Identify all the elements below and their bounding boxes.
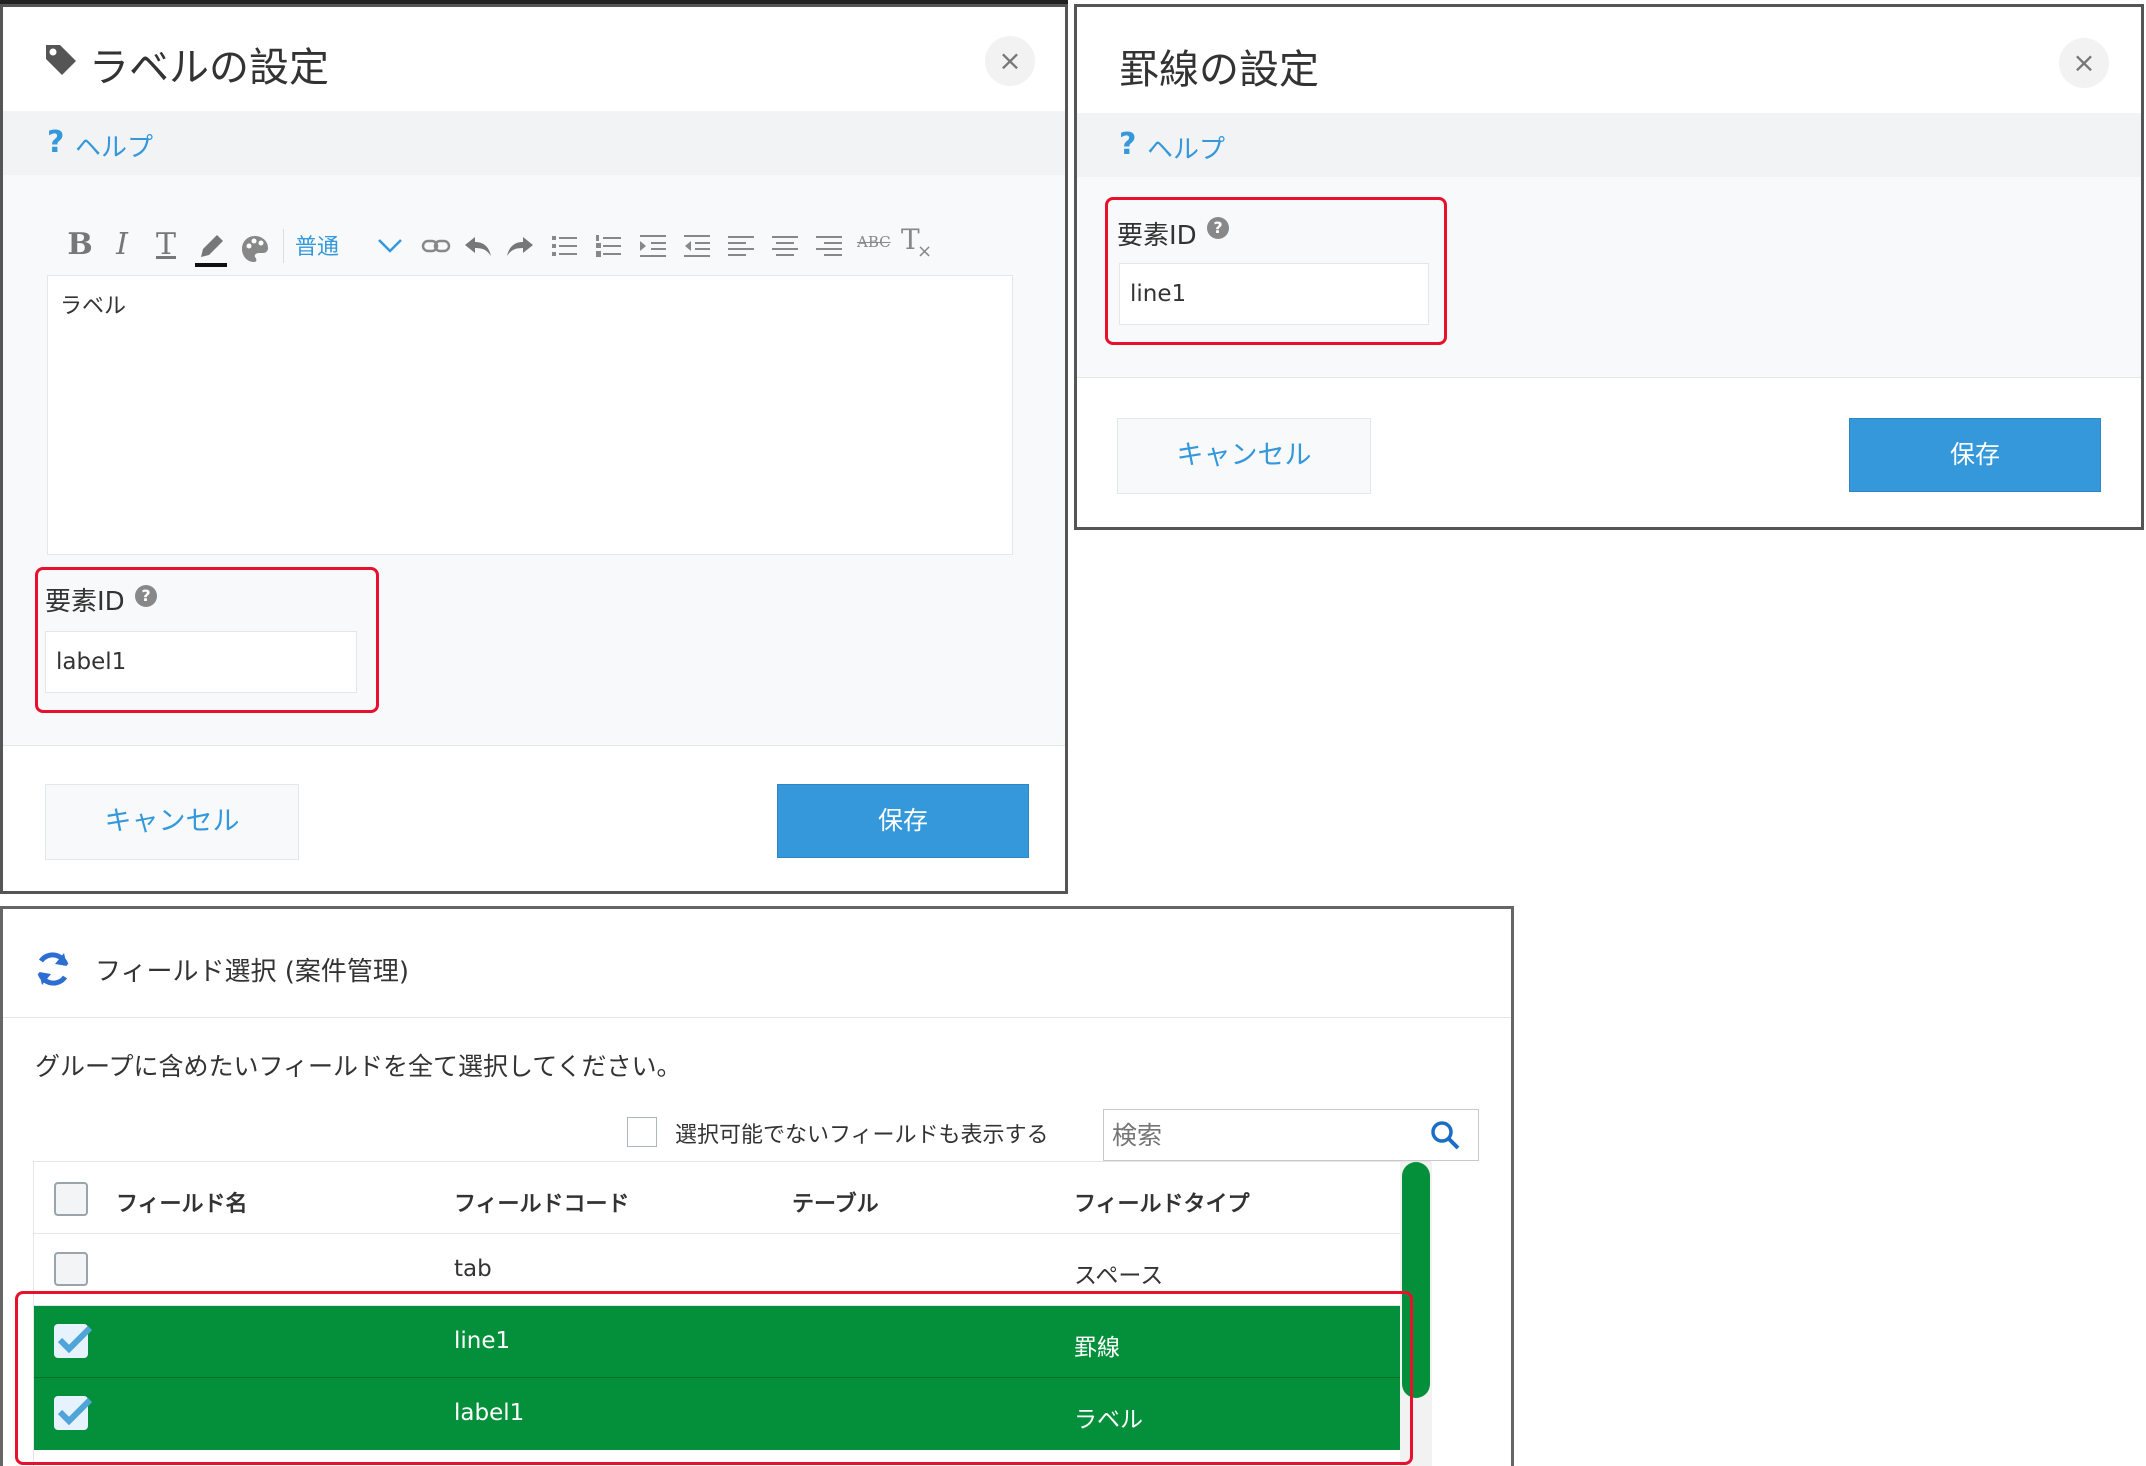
undo-icon[interactable]	[463, 233, 493, 259]
column-header-field-type: フィールドタイプ	[1074, 1192, 1250, 1217]
outdent-icon[interactable]	[683, 233, 711, 259]
clear-format-x-icon: ×	[917, 241, 933, 262]
align-center-icon[interactable]	[771, 233, 799, 259]
close-button[interactable]: ×	[2059, 38, 2109, 88]
tag-icon	[46, 45, 76, 75]
refresh-icon[interactable]	[33, 949, 73, 989]
format-select[interactable]: 普通	[295, 229, 339, 261]
dialog-body: 要素ID ?	[1077, 177, 2141, 377]
highlight-box	[35, 567, 379, 713]
table-header: フィールド名 フィールドコード テーブル フィールドタイプ	[34, 1162, 1430, 1234]
column-header-field-code: フィールドコード	[454, 1192, 630, 1217]
header-divider	[3, 1017, 1511, 1018]
pencil-icon	[195, 235, 227, 267]
help-icon[interactable]: ?	[47, 125, 64, 160]
cancel-button[interactable]: キャンセル	[45, 784, 299, 860]
save-button[interactable]: 保存	[777, 784, 1029, 858]
field-select-dialog: フィールド選択 (案件管理) グループに含めたいフィールドを全て選択してください…	[0, 906, 1514, 1466]
search-icon[interactable]	[1429, 1119, 1461, 1151]
search-input[interactable]	[1103, 1109, 1479, 1161]
redo-icon[interactable]	[505, 233, 535, 259]
show-unselectable-checkbox[interactable]	[627, 1117, 657, 1147]
align-left-icon[interactable]	[727, 233, 755, 259]
dialog-body: B I T 普通 ABC T × ラベル 要素ID ? label1	[3, 175, 1065, 745]
help-bar: ? ヘルプ	[1077, 113, 2141, 177]
dialog-title: フィールド選択 (案件管理)	[95, 957, 410, 987]
font-color-button[interactable]	[193, 231, 229, 269]
strikethrough-button[interactable]: ABC	[857, 233, 891, 251]
select-all-checkbox[interactable]	[54, 1182, 88, 1216]
help-link[interactable]: ヘルプ	[1147, 129, 1225, 166]
instruction-text: グループに含めたいフィールドを全て選択してください。	[35, 1052, 682, 1081]
column-header-table: テーブル	[792, 1192, 879, 1217]
numbered-list-icon[interactable]	[595, 233, 623, 259]
label-settings-dialog: ラベルの設定 × ? ヘルプ B I T 普通 ABC T × ラベル 要素ID…	[0, 4, 1068, 894]
underline-button[interactable]: T	[149, 225, 183, 265]
dialog-header: ラベルの設定 ×	[3, 7, 1065, 111]
editor-content: ラベル	[60, 294, 127, 319]
bulleted-list-icon[interactable]	[551, 233, 579, 259]
field-type-cell: スペース	[1074, 1263, 1164, 1289]
help-link[interactable]: ヘルプ	[75, 127, 153, 164]
dialog-title: ラベルの設定	[89, 45, 329, 91]
save-button[interactable]: 保存	[1849, 418, 2101, 492]
toolbar-divider	[283, 229, 284, 263]
link-icon[interactable]	[421, 235, 451, 257]
line-settings-dialog: 罫線の設定 × ? ヘルプ 要素ID ? キャンセル 保存	[1074, 4, 2144, 530]
row-checkbox[interactable]	[54, 1252, 88, 1286]
help-icon[interactable]: ?	[1119, 127, 1136, 162]
show-unselectable-label: 選択可能でないフィールドも表示する	[675, 1123, 1049, 1148]
background-color-button[interactable]	[239, 233, 271, 265]
rich-text-editor[interactable]: ラベル	[47, 275, 1013, 555]
column-header-field-name: フィールド名	[116, 1192, 248, 1217]
help-bar: ? ヘルプ	[3, 111, 1065, 175]
dialog-footer: キャンセル 保存	[1077, 377, 2141, 527]
bold-button[interactable]: B	[63, 225, 97, 265]
highlight-box	[15, 1291, 1413, 1465]
align-right-icon[interactable]	[815, 233, 843, 259]
palette-icon	[242, 236, 268, 262]
italic-button[interactable]: I	[107, 225, 137, 265]
highlight-box	[1105, 197, 1447, 345]
close-button[interactable]: ×	[985, 36, 1035, 86]
dialog-title: 罫線の設定	[1119, 47, 1319, 93]
indent-icon[interactable]	[639, 233, 667, 259]
field-code-cell: tab	[454, 1256, 492, 1282]
chevron-down-icon	[378, 239, 402, 253]
cancel-button[interactable]: キャンセル	[1117, 418, 1371, 494]
dialog-header: 罫線の設定 ×	[1077, 7, 2141, 113]
dialog-footer: キャンセル 保存	[3, 745, 1065, 891]
